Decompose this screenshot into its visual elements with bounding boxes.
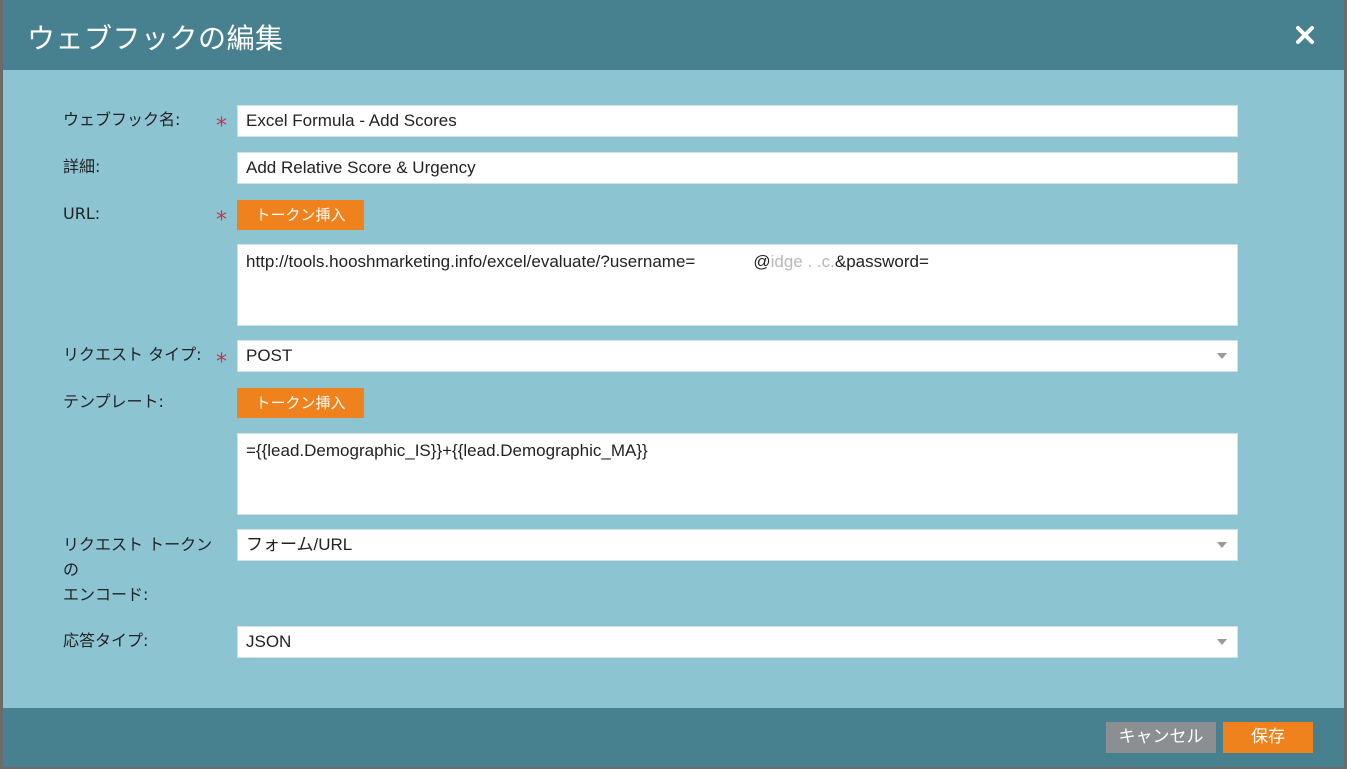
description-value: Add Relative Score & Urgency xyxy=(246,158,476,177)
request-type-label: リクエスト タイプ: xyxy=(63,345,202,364)
dialog-footer: キャンセル 保存 xyxy=(3,708,1344,767)
description-label: 詳細: xyxy=(63,157,101,176)
required-mark: * xyxy=(216,114,227,139)
request-token-encoding-label-line1: リクエスト トークン xyxy=(63,535,213,554)
url-label: URL: xyxy=(63,204,101,223)
chevron-down-icon xyxy=(1217,353,1227,359)
response-type-label: 応答タイプ: xyxy=(63,631,149,650)
webhook-name-field[interactable]: Excel Formula - Add Scores xyxy=(237,105,1238,137)
webhook-name-value: Excel Formula - Add Scores xyxy=(246,111,457,130)
required-mark: * xyxy=(216,350,227,375)
url-insert-token-button[interactable]: トークン挿入 xyxy=(237,200,364,230)
close-button[interactable] xyxy=(1294,24,1316,46)
template-insert-token-button[interactable]: トークン挿入 xyxy=(237,388,364,418)
template-value: ={{lead.Demographic_IS}}+{{lead.Demograp… xyxy=(246,441,648,460)
edit-webhook-dialog: ウェブフックの編集 ウェブフック名: * Excel Formula - Add… xyxy=(3,0,1344,767)
url-value-mid: @ xyxy=(753,252,771,271)
redacted-password xyxy=(928,251,977,273)
url-textarea[interactable]: http://tools.hooshmarketing.info/excel/e… xyxy=(237,244,1238,326)
redacted-username xyxy=(695,251,754,273)
url-value-faint: idge . .c. xyxy=(770,252,835,271)
request-token-encoding-label-line2: の xyxy=(63,560,80,579)
cancel-button[interactable]: キャンセル xyxy=(1106,722,1216,753)
dialog-header: ウェブフックの編集 xyxy=(3,0,1344,70)
url-value-prefix: http://tools.hooshmarketing.info/excel/e… xyxy=(246,252,696,271)
request-token-encoding-label-line3: エンコード: xyxy=(63,585,149,604)
request-token-encoding-select[interactable]: フォーム/URL xyxy=(237,529,1238,561)
url-value-suffix: &password= xyxy=(834,252,929,271)
response-type-select[interactable]: JSON xyxy=(237,626,1238,658)
description-field[interactable]: Add Relative Score & Urgency xyxy=(237,152,1238,184)
chevron-down-icon xyxy=(1217,542,1227,548)
template-textarea[interactable]: ={{lead.Demographic_IS}}+{{lead.Demograp… xyxy=(237,433,1238,515)
save-button[interactable]: 保存 xyxy=(1223,722,1313,753)
webhook-name-label: ウェブフック名: xyxy=(63,110,181,129)
request-token-encoding-value: フォーム/URL xyxy=(246,535,353,554)
request-type-value: POST xyxy=(246,346,293,365)
required-mark: * xyxy=(216,208,227,233)
template-label: テンプレート: xyxy=(63,392,164,411)
request-type-select[interactable]: POST xyxy=(237,340,1238,372)
close-icon xyxy=(1294,24,1316,46)
dialog-title: ウェブフックの編集 xyxy=(27,22,284,55)
chevron-down-icon xyxy=(1217,639,1227,645)
response-type-value: JSON xyxy=(246,632,292,651)
